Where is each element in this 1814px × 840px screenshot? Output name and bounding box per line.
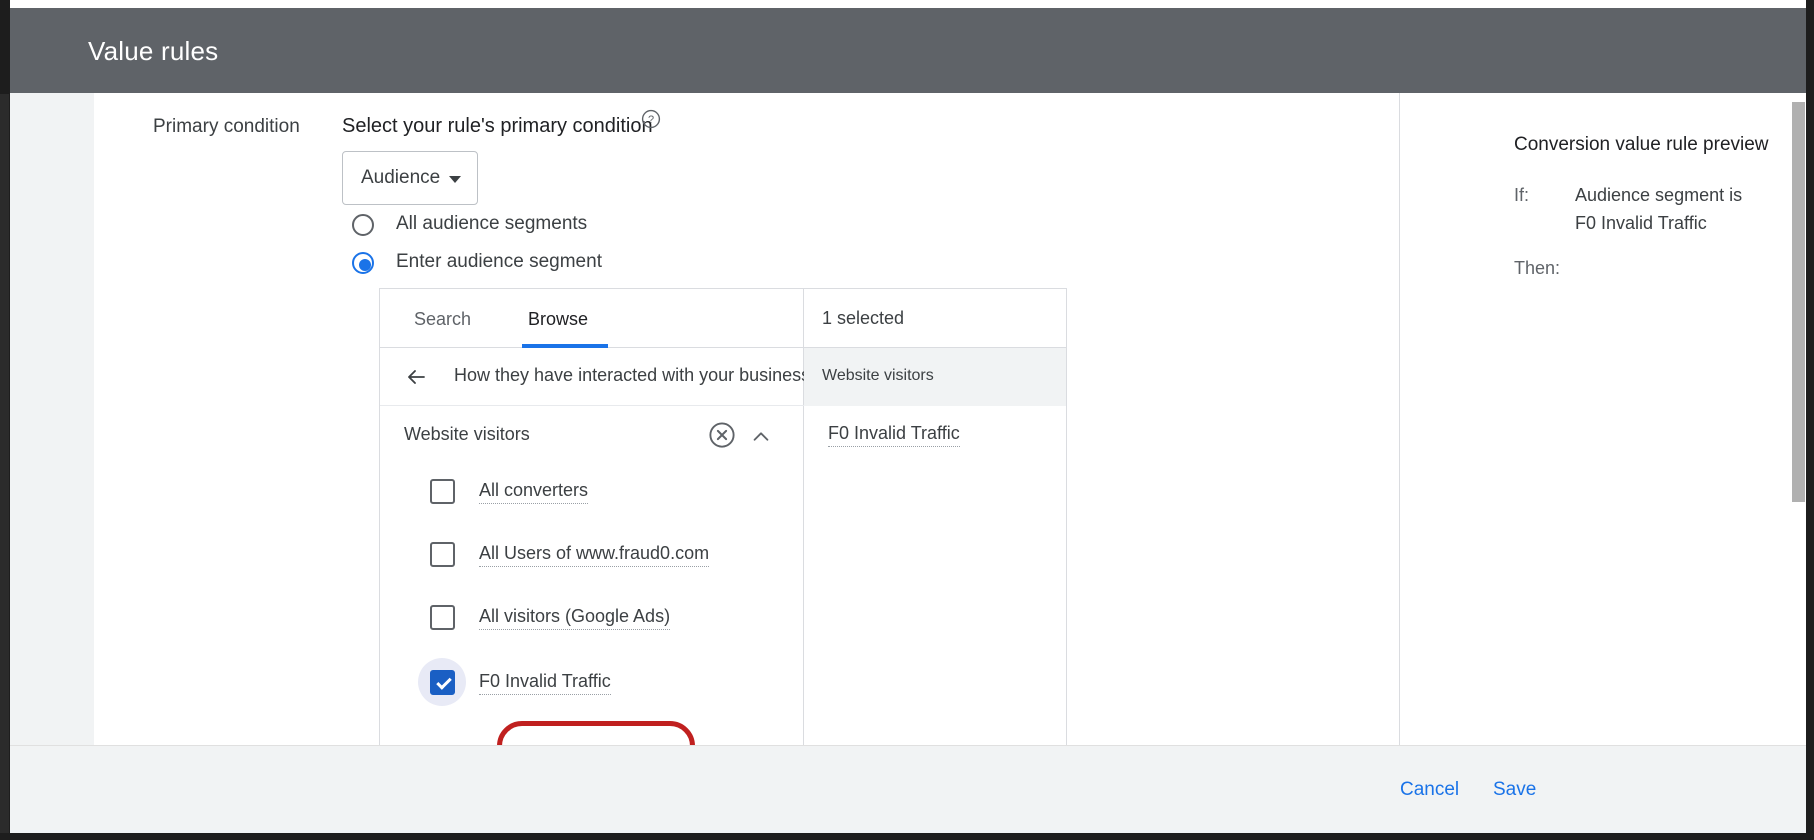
preview-if-label: If: <box>1514 185 1529 206</box>
checkbox-icon[interactable] <box>430 479 455 504</box>
condition-type-value: Audience <box>361 167 440 189</box>
picker-selection-pane: 1 selected Website visitors <box>804 289 1067 748</box>
arrow-left-icon[interactable] <box>404 365 428 389</box>
value-rules-dialog: Value rules Primary condition Select you… <box>0 0 1814 840</box>
radio-circle-icon <box>352 214 374 236</box>
picker-tabs: Search Browse <box>380 289 804 348</box>
cancel-button[interactable]: Cancel <box>1400 779 1459 801</box>
tab-search[interactable]: Search <box>414 309 471 330</box>
radio-label: All audience segments <box>396 213 587 235</box>
dialog-footer: Cancel Save <box>10 745 1814 833</box>
preview-if-value-line2: F0 Invalid Traffic <box>1575 213 1707 234</box>
page-right-edge <box>1806 0 1814 840</box>
dialog-body: Primary condition Select your rule's pri… <box>10 93 1814 745</box>
section-heading: Select your rule's primary condition <box>342 115 653 138</box>
save-button[interactable]: Save <box>1493 779 1536 801</box>
group-header-label: Website visitors <box>404 424 530 445</box>
help-circle-icon[interactable]: ? <box>641 109 661 129</box>
primary-condition-label: Primary condition <box>153 116 300 138</box>
selected-chip-label: F0 Invalid Traffic <box>828 423 960 447</box>
list-item-label: F0 Invalid Traffic <box>479 671 611 695</box>
conversion-value-rule-preview: Conversion value rule preview If: Audien… <box>1400 93 1814 745</box>
picker-browse-pane: Search Browse How they have interacted w… <box>380 289 804 748</box>
checkbox-icon[interactable] <box>430 605 455 630</box>
selected-count-label: 1 selected <box>822 308 904 329</box>
page-bottom-edge <box>0 833 1814 840</box>
vertical-scrollbar-thumb[interactable] <box>1792 102 1805 502</box>
chevron-down-icon <box>449 176 461 183</box>
list-item-label: All visitors (Google Ads) <box>479 606 670 630</box>
left-rail <box>10 93 94 745</box>
list-item[interactable]: All Users of www.fraud0.com <box>380 528 804 584</box>
group-header-website-visitors[interactable]: Website visitors <box>380 406 804 466</box>
selection-header: 1 selected <box>804 289 1067 348</box>
selection-group-header: Website visitors <box>804 348 1067 406</box>
chevron-up-icon[interactable] <box>750 426 772 448</box>
selected-chip-row: F0 Invalid Traffic <box>804 406 1067 466</box>
list-item[interactable]: All visitors (Google Ads) <box>380 591 804 647</box>
selection-group-label: Website visitors <box>822 367 934 385</box>
breadcrumb-label[interactable]: How they have interacted with your busin… <box>454 365 810 386</box>
radio-label: Enter audience segment <box>396 251 602 273</box>
preview-then-label: Then: <box>1514 258 1560 279</box>
preview-if-value-line1: Audience segment is <box>1575 185 1742 206</box>
audience-picker: Search Browse How they have interacted w… <box>379 288 1067 748</box>
list-item-label: All converters <box>479 480 588 504</box>
svg-text:?: ? <box>648 114 654 126</box>
breadcrumb: How they have interacted with your busin… <box>380 348 804 406</box>
list-item[interactable]: All converters <box>380 465 804 521</box>
radio-dot <box>359 259 371 271</box>
list-item-selected[interactable]: F0 Invalid Traffic <box>380 656 804 712</box>
dialog-title: Value rules <box>88 36 218 67</box>
tab-browse[interactable]: Browse <box>528 309 588 330</box>
content-column: Primary condition Select your rule's pri… <box>94 93 1399 745</box>
page-left-edge-lower <box>0 94 9 840</box>
close-circle-icon[interactable] <box>707 420 737 450</box>
checkbox-icon[interactable] <box>430 542 455 567</box>
preview-title: Conversion value rule preview <box>1514 134 1769 156</box>
check-mark-icon <box>436 674 452 690</box>
dialog-header: Value rules <box>10 8 1814 93</box>
checkbox-checked-icon[interactable] <box>430 670 455 695</box>
condition-type-select[interactable]: Audience <box>342 151 478 205</box>
radio-circle-selected-icon <box>352 252 374 274</box>
list-item-label: All Users of www.fraud0.com <box>479 543 709 567</box>
